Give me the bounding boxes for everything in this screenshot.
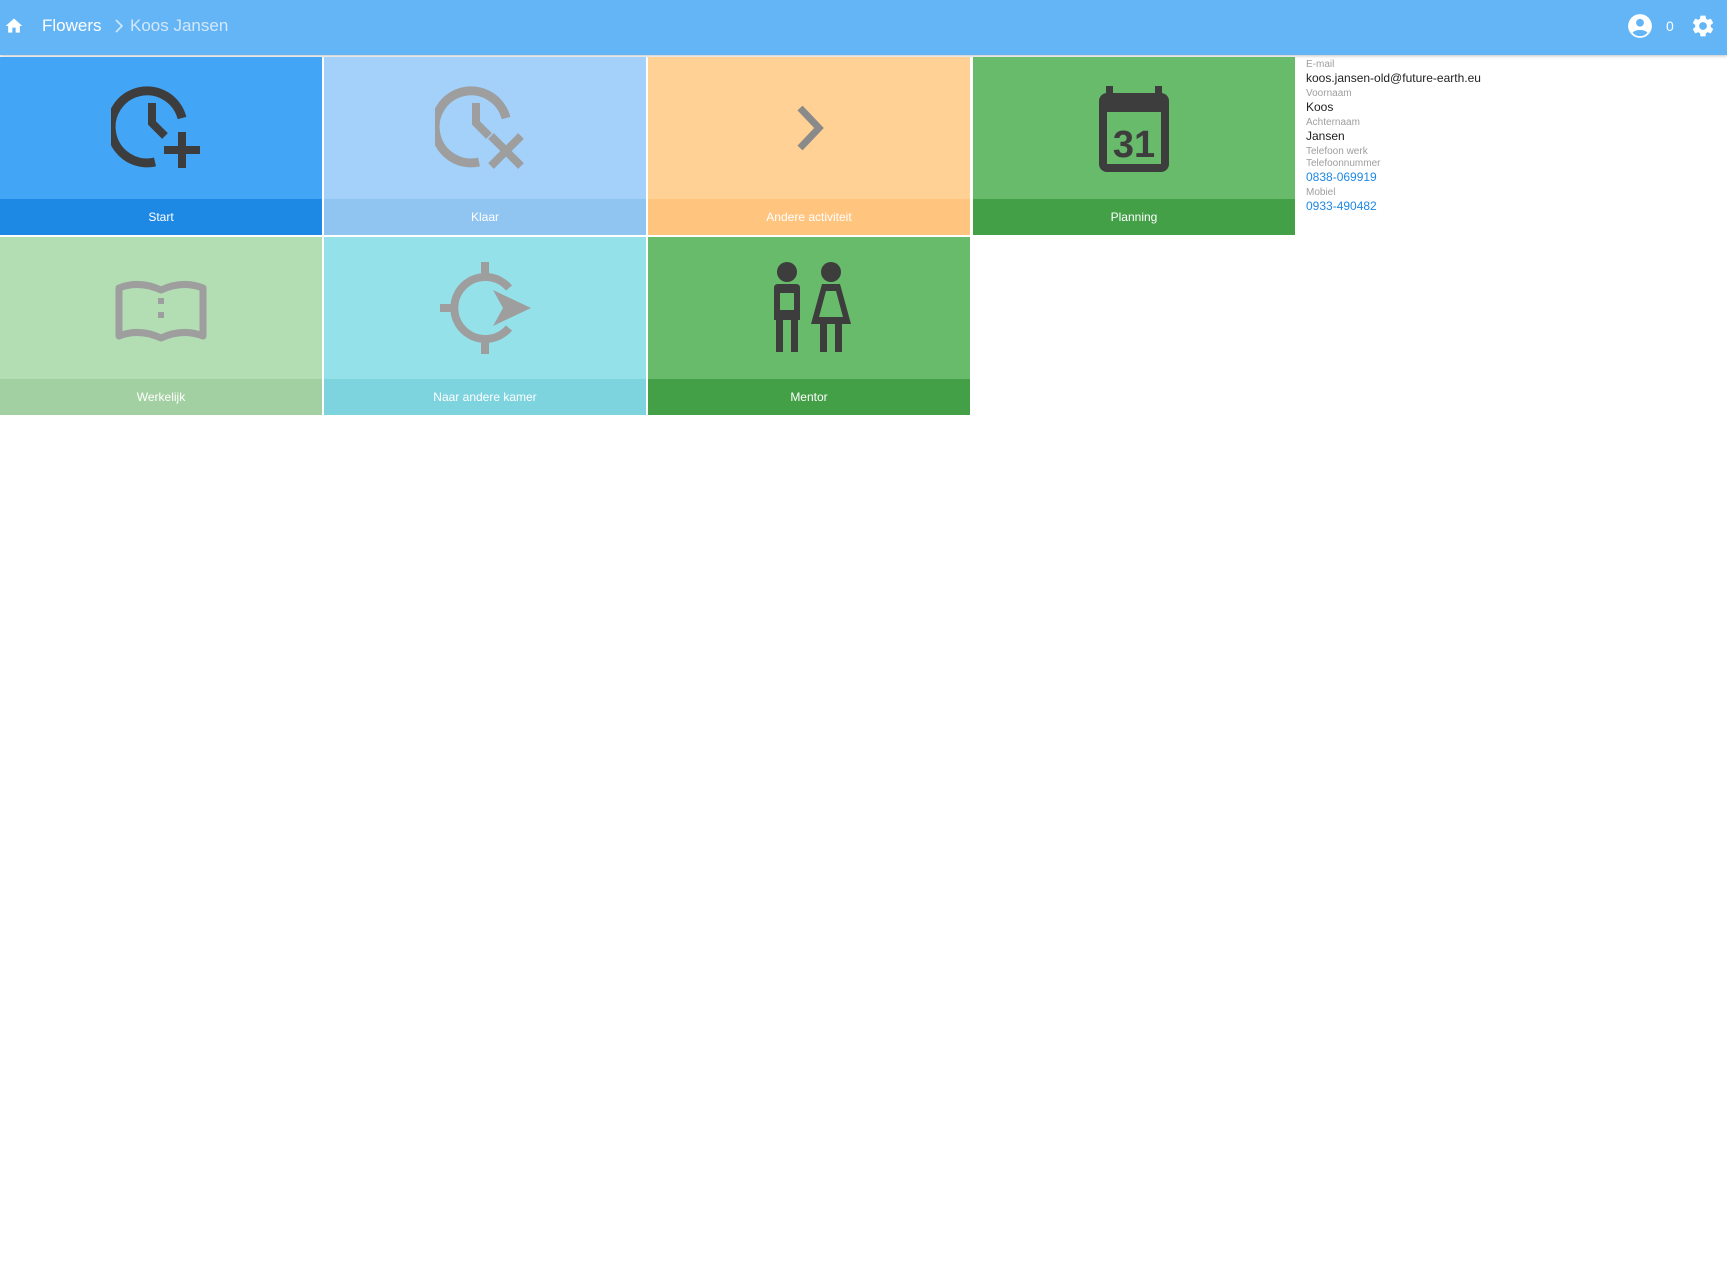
tile-label: Planning bbox=[973, 199, 1295, 235]
tile-planning[interactable]: 31 Planning bbox=[973, 57, 1295, 235]
email-field: E-mail koos.jansen-old@future-earth.eu bbox=[1306, 59, 1706, 85]
clock-plus-icon bbox=[111, 86, 200, 168]
last-name-value: Jansen bbox=[1306, 129, 1345, 143]
tile-label: Klaar bbox=[324, 199, 646, 235]
phone-field: Telefoon werk Telefoonnummer 0838-069919 bbox=[1306, 146, 1706, 184]
transfer-arrow-icon bbox=[440, 262, 531, 354]
notification-count: 0 bbox=[1666, 18, 1674, 34]
chevron-right-icon bbox=[797, 105, 824, 151]
tile-label: Naar andere kamer bbox=[324, 379, 646, 415]
tile-label: Mentor bbox=[648, 379, 970, 415]
tile-mentor[interactable]: Mentor bbox=[648, 237, 970, 415]
tile-andere-activiteit[interactable]: Andere activiteit bbox=[648, 57, 970, 235]
calendar-icon: 31 bbox=[1099, 86, 1169, 172]
last-name-field: Achternaam Jansen bbox=[1306, 117, 1706, 143]
chevron-right-icon bbox=[115, 19, 124, 33]
phone-link[interactable]: 0838-069919 bbox=[1306, 170, 1706, 184]
tile-werkelijk[interactable]: Werkelijk bbox=[0, 237, 322, 415]
first-name-label: Voornaam bbox=[1306, 88, 1352, 99]
tile-klaar[interactable]: Klaar bbox=[324, 57, 646, 235]
tile-label: Andere activiteit bbox=[648, 199, 970, 235]
mobile-label: Mobiel bbox=[1306, 187, 1336, 198]
email-value: koos.jansen-old@future-earth.eu bbox=[1306, 71, 1481, 85]
breadcrumb-current: Koos Jansen bbox=[130, 16, 229, 35]
open-book-icon bbox=[115, 281, 207, 342]
phone-label: Telefoonnummer bbox=[1306, 158, 1381, 169]
tile-label: Start bbox=[0, 199, 322, 235]
home-icon[interactable] bbox=[4, 16, 24, 36]
top-bar: Flowers Koos Jansen 0 bbox=[0, 0, 1727, 55]
tile-label: Werkelijk bbox=[0, 379, 322, 415]
clock-x-icon bbox=[435, 86, 524, 169]
first-name-value: Koos bbox=[1306, 100, 1334, 114]
gear-icon[interactable] bbox=[1690, 13, 1716, 39]
tile-start[interactable]: Start bbox=[0, 57, 322, 235]
mobile-link[interactable]: 0933-490482 bbox=[1306, 199, 1706, 213]
first-name-field: Voornaam Koos bbox=[1306, 88, 1706, 114]
last-name-label: Achternaam bbox=[1306, 117, 1360, 128]
profile-details: E-mail koos.jansen-old@future-earth.eu V… bbox=[1306, 59, 1706, 216]
tile-naar-andere-kamer[interactable]: Naar andere kamer bbox=[324, 237, 646, 415]
mobile-field: Mobiel 0933-490482 bbox=[1306, 187, 1706, 213]
breadcrumb-root[interactable]: Flowers bbox=[42, 16, 102, 36]
email-label: E-mail bbox=[1306, 59, 1335, 70]
people-icon bbox=[774, 262, 851, 352]
calendar-day-text: 31 bbox=[1113, 124, 1155, 166]
account-circle-icon[interactable] bbox=[1627, 13, 1653, 39]
work-phone-label: Telefoon werk bbox=[1306, 146, 1368, 157]
